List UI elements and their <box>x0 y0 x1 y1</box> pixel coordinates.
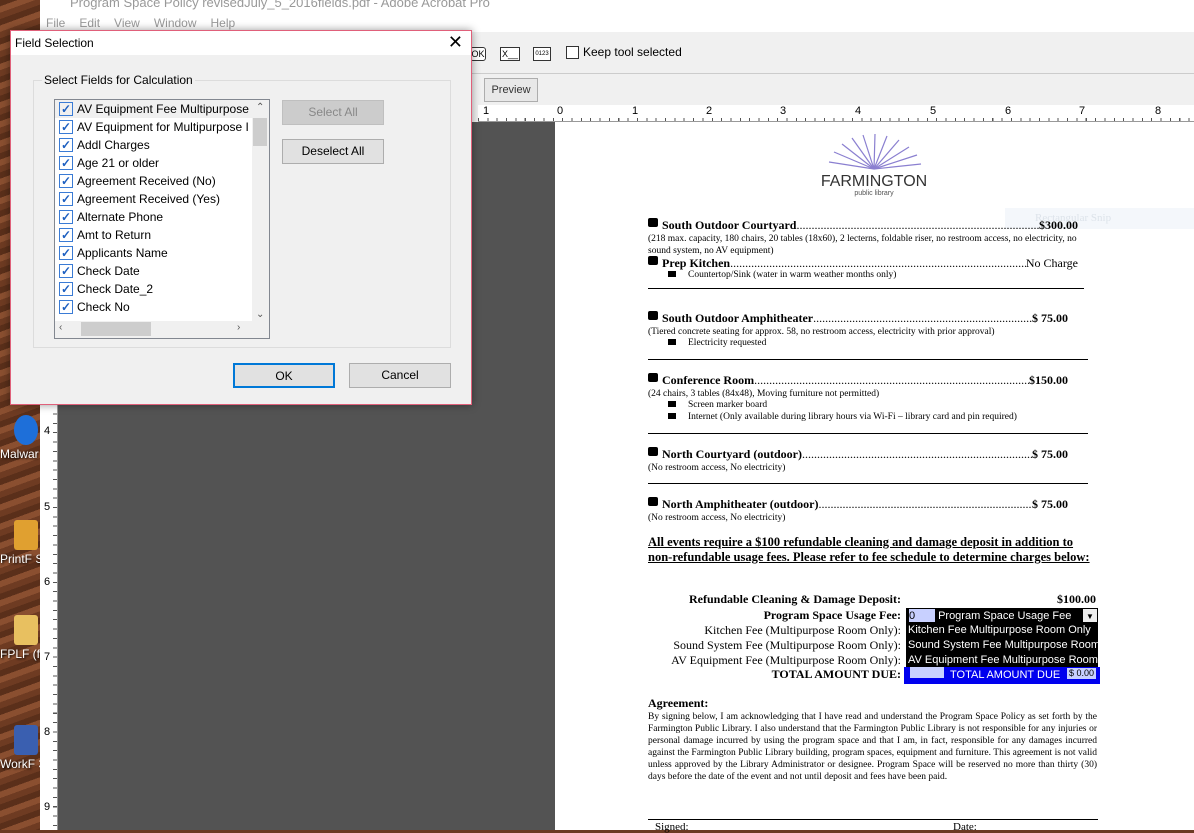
field-list-item[interactable]: ✓ Check Date_2 <box>55 280 269 298</box>
desktop-icon-workf[interactable]: WorkF 3.5.( <box>0 725 40 772</box>
field-list-item[interactable]: ✓ Alternate Phone <box>55 208 269 226</box>
field-list-item[interactable]: ✓ Check Date <box>55 262 269 280</box>
desktop-icon-fplf[interactable]: FPLF (fpl2 <box>0 615 40 662</box>
checkbox-checked-icon[interactable]: ✓ <box>59 174 73 188</box>
checkbox-icon[interactable] <box>648 256 658 265</box>
kitchen-fee-field[interactable]: Kitchen Fee Multipurpose Room Only <box>906 623 1098 638</box>
folder-icon <box>14 615 38 645</box>
checkbox-checked-icon[interactable]: ✓ <box>59 138 73 152</box>
program-space-usage-fee-field[interactable]: 0 Program Space Usage Fee ▼ <box>906 608 1098 623</box>
scroll-right-icon: › <box>237 322 241 333</box>
barcode-tool-icon[interactable]: 0123 <box>533 47 551 61</box>
field-list[interactable]: ✓ AV Equipment Fee Multipurpose ✓ AV Equipm… <box>54 99 270 339</box>
app-icon <box>14 725 38 755</box>
field-list-item[interactable]: ✓ Age 21 or older <box>55 154 269 172</box>
checkbox-checked-icon[interactable]: ✓ <box>59 246 73 260</box>
button-tool-icon[interactable]: OK <box>470 47 486 61</box>
dialog-title: Field Selection <box>15 36 94 50</box>
preview-button[interactable]: Preview <box>484 78 538 102</box>
field-list-item[interactable]: ✓ Applicants Name <box>55 244 269 262</box>
checkbox-checked-icon[interactable]: ✓ <box>59 192 73 206</box>
checkbox-icon[interactable] <box>648 447 658 456</box>
divider <box>648 359 1088 360</box>
checkbox-checked-icon[interactable]: ✓ <box>59 120 73 134</box>
title-bar: Program Space Policy revisedJuly_5_2016f… <box>40 0 1194 14</box>
space-south-outdoor-courtyard: South Outdoor Courtyard$300.00 <box>648 218 1078 233</box>
total-amount-due-field[interactable]: TOTAL AMOUNT DUE $ 0.00 <box>904 667 1100 684</box>
deposit-notice: All events require a $100 refundable cle… <box>648 535 1090 564</box>
field-list-item[interactable]: ✓ AV Equipment Fee Multipurpose <box>55 100 269 118</box>
horizontal-scrollbar[interactable]: ‹ › <box>55 321 269 338</box>
checkbox-checked-icon[interactable]: ✓ <box>59 102 73 116</box>
horizontal-ruler: 1 0 1 2 3 4 5 6 7 8 <box>478 105 1194 122</box>
checkbox-icon[interactable] <box>648 218 658 227</box>
folder-icon <box>14 520 38 550</box>
malwarebytes-icon <box>14 415 38 445</box>
checkbox-checked-icon[interactable]: ✓ <box>59 156 73 170</box>
text-field-tool-icon[interactable]: X__ <box>500 47 520 61</box>
close-icon[interactable]: ✕ <box>448 31 463 53</box>
deselect-all-button[interactable]: Deselect All <box>282 139 384 164</box>
checkbox-checked-icon[interactable]: ✓ <box>59 264 73 278</box>
select-all-button[interactable]: Select All <box>282 100 384 125</box>
field-list-item[interactable]: ✓ Amt to Return <box>55 226 269 244</box>
checkbox-icon[interactable] <box>648 311 658 320</box>
checkbox-icon <box>566 45 579 59</box>
scroll-up-icon: ⌃ <box>256 102 265 113</box>
space-prep-kitchen: Prep Kitchen No Charge <box>648 256 1078 271</box>
space-north-amphitheater: North Amphitheater (outdoor) $ 75.00 <box>648 497 1068 512</box>
divider <box>648 483 1088 484</box>
checkbox-checked-icon[interactable]: ✓ <box>59 210 73 224</box>
dropdown-arrow-icon[interactable]: ▼ <box>1083 609 1097 622</box>
desktop-icon-printf[interactable]: PrintF Shor <box>0 520 40 567</box>
svg-text:public library: public library <box>854 190 894 197</box>
av-equipment-fee-field[interactable]: AV Equipment Fee Multipurpose Room <box>906 653 1098 668</box>
cancel-button[interactable]: Cancel <box>349 363 451 388</box>
checkbox-checked-icon[interactable]: ✓ <box>59 282 73 296</box>
keep-tool-selected-checkbox[interactable]: Keep tool selected <box>566 45 682 59</box>
farmington-library-logo: FARMINGTON public library <box>821 134 927 197</box>
field-list-item[interactable]: ✓ Agreement Received (No) <box>55 172 269 190</box>
vertical-scrollbar[interactable]: ⌃ ⌄ <box>252 100 269 322</box>
field-selection-dialog: Field Selection ✕ Select Fields for Calcu… <box>10 30 472 405</box>
field-list-item[interactable]: ✓ Addl Charges <box>55 136 269 154</box>
divider <box>648 288 1084 289</box>
checkbox-checked-icon[interactable]: ✓ <box>59 228 73 242</box>
ok-button[interactable]: OK <box>233 363 335 388</box>
pdf-page: FARMINGTON public library Rectangular Sn… <box>555 122 1194 833</box>
checkbox-checked-icon[interactable]: ✓ <box>59 300 73 314</box>
desktop-icon-malwarebytes[interactable]: Malwar Anti-M <box>0 415 40 462</box>
scroll-down-icon: ⌄ <box>256 309 265 320</box>
svg-text:FARMINGTON: FARMINGTON <box>821 173 927 190</box>
space-south-outdoor-amphitheater: South Outdoor Amphitheater $ 75.00 <box>648 311 1068 326</box>
signature-line <box>648 819 1098 820</box>
field-list-item[interactable]: ✓ Agreement Received (Yes) <box>55 190 269 208</box>
field-list-item[interactable]: ✓ Check No <box>55 298 269 316</box>
space-conference-room: Conference Room $150.00 <box>648 373 1068 388</box>
sound-system-fee-field[interactable]: Sound System Fee Multipurpose Room <box>906 638 1098 653</box>
agreement-section: Agreement: By signing below, I am acknow… <box>648 696 1097 782</box>
scroll-left-icon: ‹ <box>59 322 63 333</box>
checkbox-icon[interactable] <box>648 373 658 382</box>
space-north-courtyard: North Courtyard (outdoor) $ 75.00 <box>648 447 1068 462</box>
divider <box>648 433 1088 434</box>
checkbox-icon[interactable] <box>648 497 658 506</box>
field-list-item[interactable]: ✓ AV Equipment for Multipurpose I <box>55 118 269 136</box>
